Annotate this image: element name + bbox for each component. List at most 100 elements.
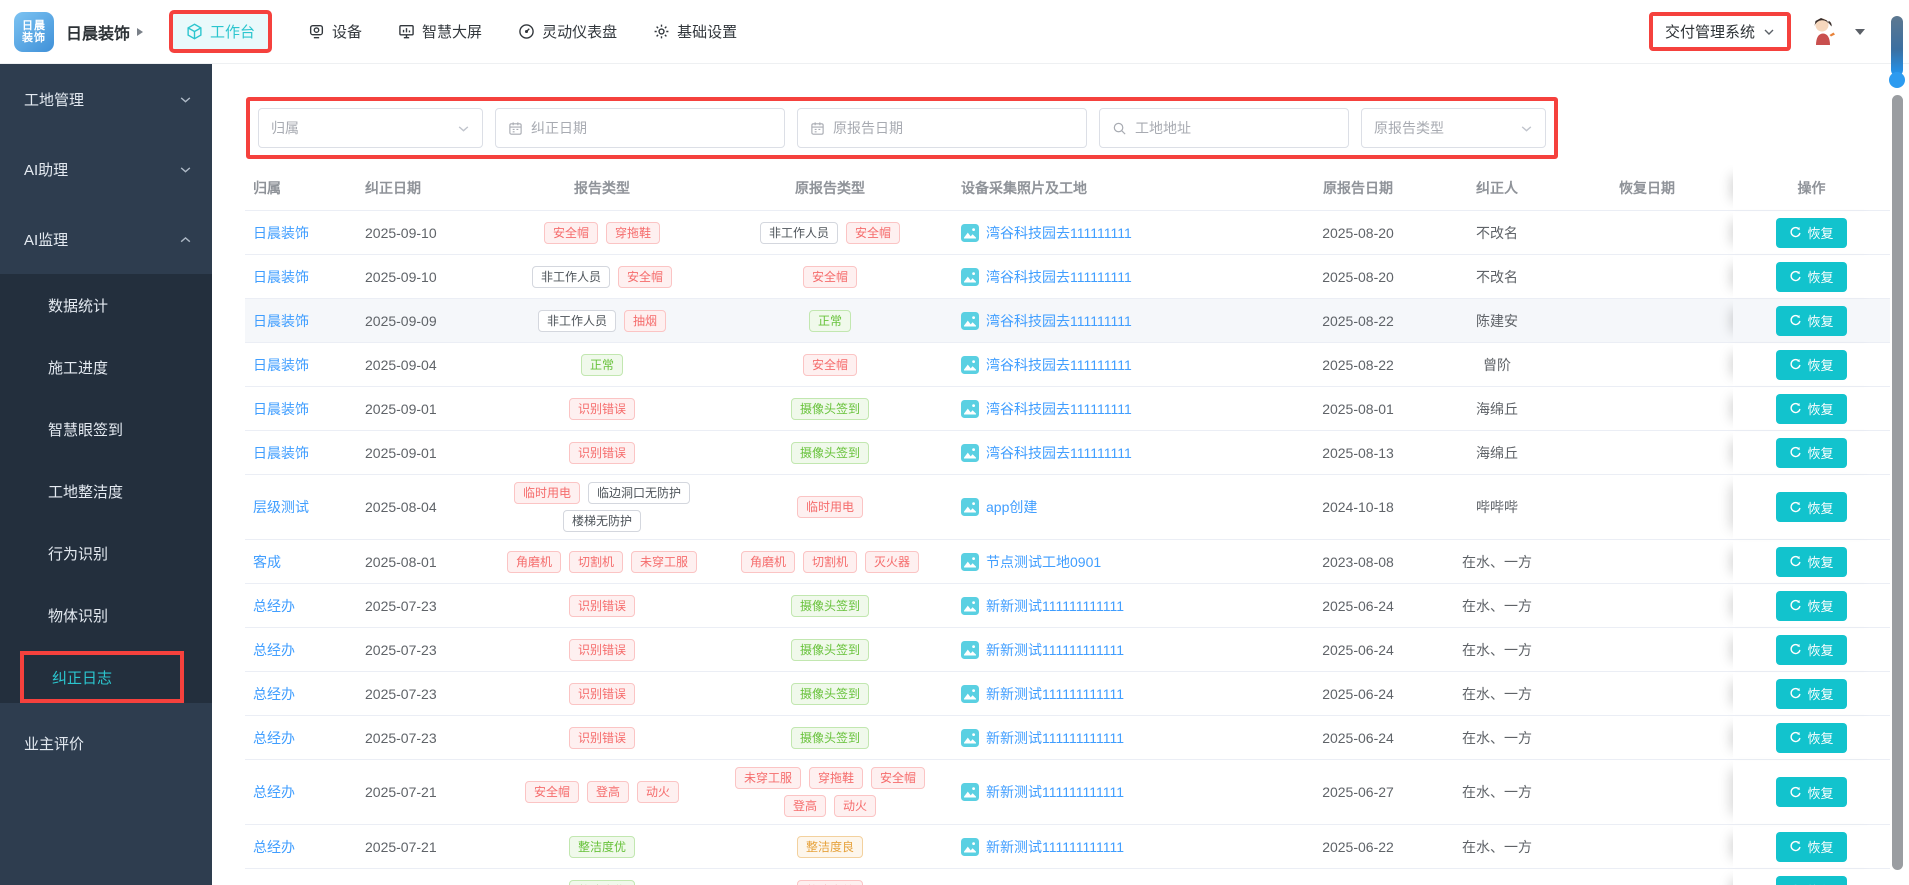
- orig-report-date-filter[interactable]: 原报告日期: [797, 108, 1087, 148]
- restore-button[interactable]: 恢复: [1776, 546, 1847, 577]
- avatar-caret-icon[interactable]: [1855, 28, 1865, 35]
- type-tag: 识别错误: [568, 594, 635, 617]
- site-photo-link[interactable]: 节点测试工地0901: [961, 552, 1101, 572]
- site-photo-link[interactable]: 新新测试111111111111: [961, 782, 1124, 802]
- nav-item-label: 设备: [332, 24, 363, 41]
- report-type-tags: 正常: [580, 347, 623, 383]
- restore-button[interactable]: 恢复: [1776, 305, 1847, 336]
- nav-item-big-screen[interactable]: 智慧大屏: [398, 21, 482, 42]
- site-photo-link[interactable]: 湾谷科技园去111111111: [961, 267, 1132, 287]
- site-photo-link[interactable]: 湾谷科技园去111111111: [961, 399, 1132, 419]
- sidebar-item-site-tidiness[interactable]: 工地整洁度: [0, 460, 212, 522]
- restore-button[interactable]: 恢复: [1776, 875, 1847, 885]
- orig-report-date-cell: 2025-08-20: [1322, 268, 1394, 285]
- restore-button[interactable]: 恢复: [1776, 261, 1847, 292]
- type-tag: 识别错误: [568, 397, 635, 420]
- nav-item-workbench[interactable]: 工作台: [169, 10, 273, 53]
- owner-link[interactable]: 日晨装饰: [253, 267, 309, 287]
- site-photo-link[interactable]: 湾谷科技园去111111111: [961, 443, 1132, 463]
- site-photo-link[interactable]: 新新测试111111111111: [961, 837, 1124, 857]
- restore-button-label: 恢复: [1807, 881, 1833, 885]
- chevron-down-icon: [1764, 29, 1774, 35]
- system-select-label: 交付管理系统: [1664, 24, 1755, 41]
- sidebar-item-behavior-recognition[interactable]: 行为识别: [0, 522, 212, 584]
- site-address-search-input[interactable]: 工地地址: [1099, 108, 1349, 148]
- owner-link[interactable]: 日晨装饰: [253, 311, 309, 331]
- restore-date-cell: [1561, 540, 1733, 583]
- owner-link[interactable]: 日晨装饰: [253, 223, 309, 243]
- nav-item-settings[interactable]: 基础设置: [653, 21, 737, 42]
- owner-link[interactable]: 日晨装饰: [253, 355, 309, 375]
- restore-button-label: 恢复: [1807, 555, 1834, 570]
- sub-item-label: 行为识别: [48, 545, 109, 563]
- sidebar-item-object-recognition[interactable]: 物体识别: [0, 584, 212, 646]
- restore-button[interactable]: 恢复: [1776, 634, 1847, 665]
- type-tag: 临时用电: [796, 496, 863, 518]
- site-photo-link[interactable]: 新新测试111111111111: [961, 596, 1124, 616]
- sidebar-item-ai-assistant[interactable]: AI助理: [0, 134, 212, 204]
- orig-report-type-select[interactable]: 原报告类型: [1361, 108, 1546, 148]
- fixer-cell: 在水、一方: [1462, 553, 1532, 570]
- owner-link[interactable]: 总经办: [253, 596, 295, 616]
- col-header-fixer: 纠正人: [1476, 179, 1518, 196]
- fixer-cell: 在水、一方: [1462, 784, 1532, 800]
- restore-button[interactable]: 恢复: [1776, 590, 1847, 621]
- owner-link[interactable]: 层级测试: [253, 497, 309, 517]
- table-row: 日晨装饰 2025-09-10 非工作人员 安全帽 安全帽 湾谷科技园去11111…: [245, 255, 1890, 299]
- sidebar-item-site-management[interactable]: 工地管理: [0, 64, 212, 134]
- sidebar-item-construction-progress[interactable]: 施工进度: [0, 336, 212, 398]
- site-photo-link[interactable]: 湾谷科技园去111111111: [961, 355, 1132, 375]
- owner-link[interactable]: 日晨装饰: [253, 399, 309, 419]
- restore-button[interactable]: 恢复: [1776, 831, 1847, 862]
- refresh-icon: [1790, 687, 1801, 699]
- scroll-pin-knob-icon[interactable]: [1889, 72, 1905, 88]
- restore-button[interactable]: 恢复: [1776, 349, 1847, 380]
- orig-report-type-tags: 摄像头签到: [790, 435, 869, 471]
- company-switcher[interactable]: 日晨装饰: [66, 20, 144, 44]
- restore-button[interactable]: 恢复: [1776, 492, 1847, 522]
- restore-button[interactable]: 恢复: [1776, 217, 1847, 248]
- app-logo[interactable]: 日晨 装饰: [14, 11, 54, 52]
- site-photo-link[interactable]: 湾谷科技园去111111111: [961, 311, 1132, 331]
- restore-button[interactable]: 恢复: [1776, 437, 1847, 468]
- site-photo-link[interactable]: 新新测试111111111111: [961, 728, 1124, 748]
- restore-button[interactable]: 恢复: [1776, 678, 1847, 709]
- fix-date-cell: 2025-08-04: [365, 499, 437, 515]
- owner-filter-select[interactable]: 归属: [258, 108, 483, 148]
- owner-link[interactable]: 总经办: [253, 684, 295, 704]
- site-photo-link[interactable]: 湾谷科技园去111111111: [961, 223, 1132, 243]
- restore-button[interactable]: 恢复: [1776, 722, 1847, 753]
- fix-date-filter[interactable]: 纠正日期: [495, 108, 785, 148]
- scroll-pin[interactable]: [1891, 16, 1903, 76]
- avatar[interactable]: [1805, 13, 1841, 50]
- restore-button-label: 恢复: [1807, 226, 1834, 241]
- restore-button-label: 恢复: [1807, 314, 1834, 329]
- owner-link[interactable]: 总经办: [253, 837, 295, 857]
- nav-item-dashboard[interactable]: 灵动仪表盘: [518, 21, 617, 42]
- owner-link[interactable]: 总经办: [253, 728, 295, 748]
- sidebar-item-ai-supervision[interactable]: AI监理: [0, 204, 212, 274]
- site-photo-link[interactable]: 新新测试111111111111: [961, 640, 1124, 660]
- owner-link[interactable]: 客成: [253, 552, 281, 572]
- fix-date-cell: 2025-07-23: [365, 685, 437, 702]
- site-photo-link[interactable]: app创建: [961, 497, 1037, 517]
- table-row: 日晨装饰 2025-09-04 正常 安全帽 湾谷科技园去111111111 2…: [245, 343, 1890, 387]
- system-select[interactable]: 交付管理系统: [1648, 12, 1791, 51]
- sidebar-item-correction-log[interactable]: 纠正日志: [20, 651, 184, 703]
- owner-link[interactable]: 总经办: [253, 640, 295, 660]
- sidebar-item-owner-review[interactable]: 业主评价: [0, 708, 212, 778]
- restore-button[interactable]: 恢复: [1776, 393, 1847, 424]
- report-type-tags: 整洁度优: [568, 829, 635, 865]
- sidebar-item-smart-eye-checkin[interactable]: 智慧眼签到: [0, 398, 212, 460]
- owner-link[interactable]: 总经办: [253, 782, 295, 802]
- restore-button[interactable]: 恢复: [1776, 777, 1847, 807]
- nav-item-device[interactable]: 设备: [308, 21, 362, 42]
- site-photo-link[interactable]: 新新测试111111111111: [961, 684, 1124, 704]
- vertical-scrollbar-thumb[interactable]: [1892, 95, 1903, 870]
- sidebar-item-data-stats[interactable]: 数据统计: [0, 274, 212, 336]
- orig-report-type-tags: 摄像头签到: [790, 676, 869, 712]
- owner-link[interactable]: 日晨装饰: [253, 443, 309, 463]
- restore-date-cell: [1561, 869, 1733, 885]
- refresh-icon: [1790, 402, 1801, 414]
- dashboard-gauge-icon: [518, 23, 535, 40]
